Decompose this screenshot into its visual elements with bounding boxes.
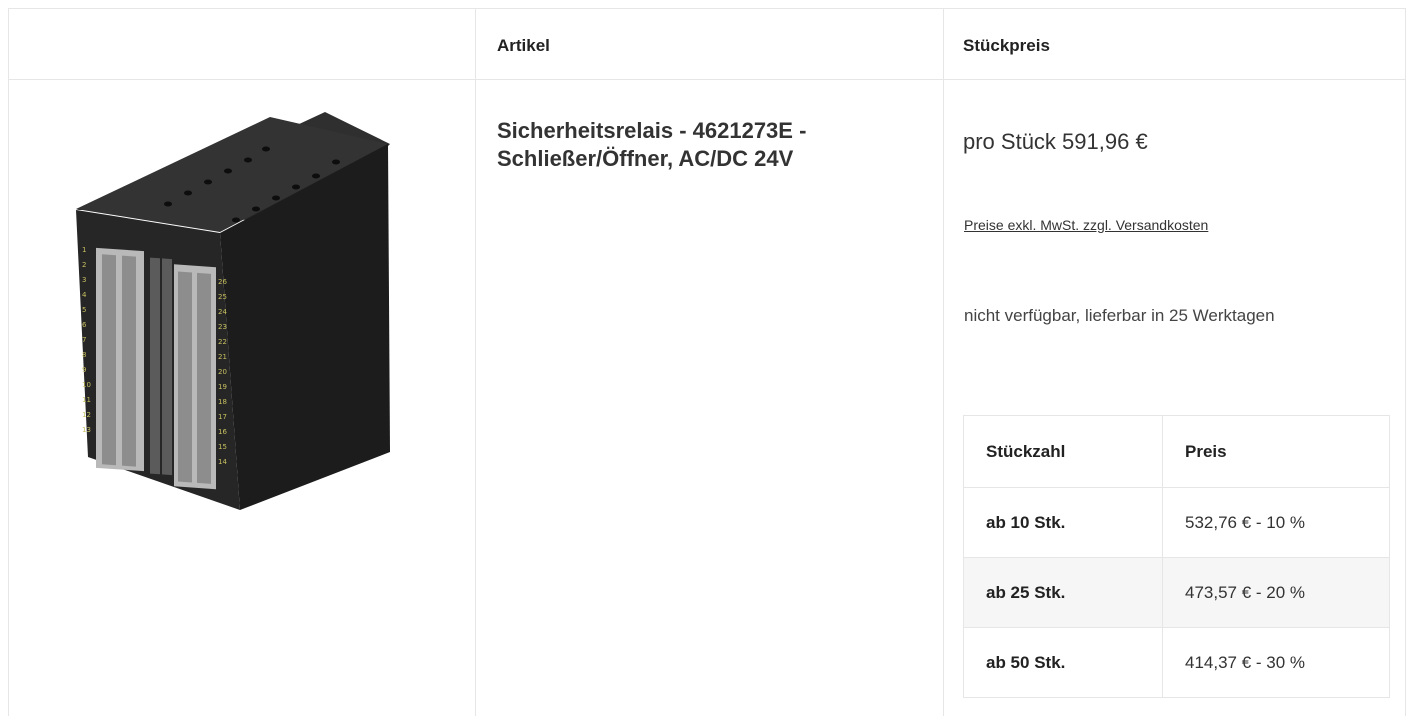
- svg-text:10: 10: [82, 381, 91, 389]
- tier-quantity: ab 50 Stk.: [986, 652, 1066, 672]
- svg-text:9: 9: [82, 366, 86, 374]
- svg-text:26: 26: [218, 278, 227, 286]
- tier-price: 532,76 € - 10 %: [1162, 488, 1389, 557]
- svg-text:21: 21: [218, 353, 227, 361]
- tier-price-table: Stückzahl Preis ab 10 Stk. 532,76 € - 10…: [963, 415, 1390, 698]
- table-border-left: [8, 8, 9, 716]
- tier-price: 473,57 € - 20 %: [1162, 558, 1389, 627]
- svg-text:25: 25: [218, 293, 227, 301]
- svg-text:22: 22: [218, 338, 227, 346]
- svg-text:16: 16: [218, 428, 227, 436]
- svg-text:14: 14: [218, 458, 227, 466]
- column-divider-2: [943, 8, 944, 716]
- svg-text:7: 7: [82, 336, 86, 344]
- svg-text:19: 19: [218, 383, 227, 391]
- svg-text:4: 4: [82, 291, 87, 299]
- table-border-right: [1405, 8, 1406, 716]
- svg-text:12: 12: [82, 411, 91, 419]
- tier-price: 414,37 € - 30 %: [1162, 628, 1389, 697]
- svg-text:23: 23: [218, 323, 227, 331]
- svg-text:24: 24: [218, 308, 227, 316]
- tier-header-row: Stückzahl Preis: [964, 416, 1389, 487]
- table-row: ab 25 Stk. 473,57 € - 20 %: [964, 557, 1389, 627]
- tier-quantity: ab 10 Stk.: [986, 512, 1066, 532]
- svg-text:5: 5: [82, 306, 86, 314]
- svg-text:3: 3: [82, 276, 86, 284]
- svg-text:6: 6: [82, 321, 87, 329]
- table-row: ab 10 Stk. 532,76 € - 10 %: [964, 487, 1389, 557]
- svg-text:11: 11: [82, 396, 91, 404]
- terminal-label: 1: [82, 246, 86, 254]
- product-title[interactable]: Sicherheitsrelais - 4621273E - Schließer…: [497, 117, 917, 173]
- svg-text:18: 18: [218, 398, 227, 406]
- tier-header-price: Preis: [1162, 416, 1389, 487]
- column-header-unit-price: Stückpreis: [963, 36, 1050, 55]
- column-divider-1: [475, 8, 476, 716]
- tier-header-quantity: Stückzahl: [986, 441, 1066, 461]
- safety-relay-image[interactable]: 1 2 3 4 5 6 7 8 9 10 11 12 13 26 25 24 2…: [70, 112, 400, 517]
- svg-text:8: 8: [82, 351, 86, 359]
- svg-text:17: 17: [218, 413, 227, 421]
- tier-quantity: ab 25 Stk.: [986, 582, 1066, 602]
- header-divider: [8, 79, 1406, 80]
- svg-text:15: 15: [218, 443, 227, 451]
- svg-text:13: 13: [82, 426, 91, 434]
- table-row: ab 50 Stk. 414,37 € - 30 %: [964, 627, 1389, 697]
- shipping-costs-link[interactable]: Preise exkl. MwSt. zzgl. Versandkosten: [964, 217, 1208, 233]
- unit-price: pro Stück 591,96 €: [963, 129, 1148, 154]
- svg-text:20: 20: [218, 368, 227, 376]
- column-header-article: Artikel: [497, 36, 550, 55]
- availability-status: nicht verfügbar, lieferbar in 25 Werktag…: [964, 306, 1275, 325]
- svg-text:2: 2: [82, 261, 86, 269]
